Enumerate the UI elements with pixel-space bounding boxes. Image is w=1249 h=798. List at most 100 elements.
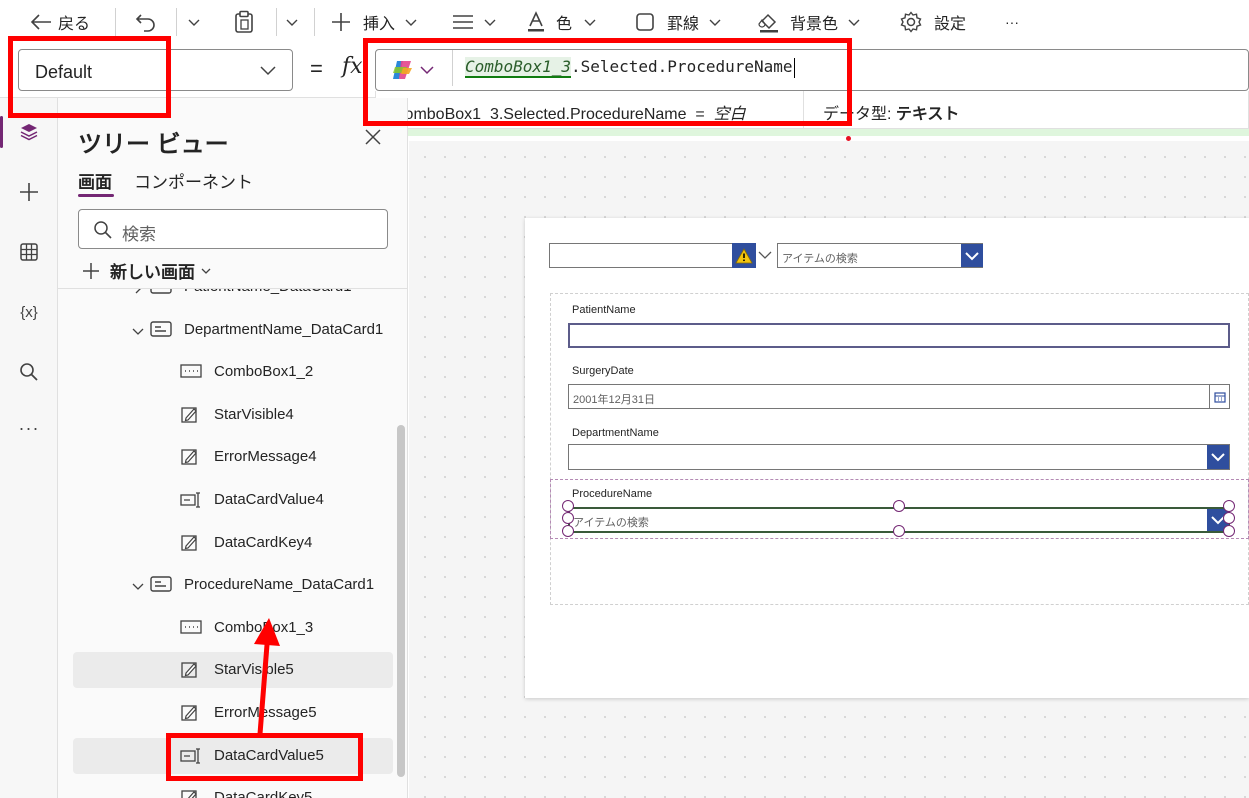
tree-list: PatientName_DataCard1 DepartmentName_Data… [58,289,396,798]
resize-handle-left[interactable] [562,512,574,524]
undo-button[interactable] [135,8,157,36]
resize-handle-top-right[interactable] [1223,500,1235,512]
equals-sign: = [310,56,323,81]
chevron-down-icon [484,19,496,26]
combobox-icon [180,619,202,637]
plus-icon [83,262,99,279]
chevron-down-icon[interactable] [132,324,144,336]
surgery-date-value: 2001年12月31日 [573,394,655,406]
resize-handle-right[interactable] [1223,512,1235,524]
department-name-combobox[interactable] [568,444,1230,470]
gear-icon [900,11,922,33]
card-icon [150,289,172,296]
card-icon [150,320,172,339]
search-rail-button[interactable] [17,360,41,384]
resize-handle-top[interactable] [893,500,905,512]
chevron-down-icon[interactable] [132,579,144,591]
tree-node[interactable]: PatientName_DataCard1 [73,289,393,305]
tab-components[interactable]: コンポーネント [134,168,253,193]
tree-view-button[interactable] [17,120,41,144]
resize-handle-bottom[interactable] [893,525,905,537]
calendar-button[interactable] [1209,385,1229,408]
chevron-down-icon [584,19,596,26]
tree-node[interactable]: DataCardKey5 [73,780,393,798]
surgery-date-label: SurgeryDate [572,365,634,377]
active-tab-underline [78,194,114,197]
toolbar-divider [314,8,315,36]
close-icon [365,129,381,145]
chevron-down-icon [405,19,417,26]
chevron-right-icon[interactable] [132,289,144,294]
tree-node[interactable]: DepartmentName_DataCard1 [73,312,393,348]
tab-screens[interactable]: 画面 [78,168,112,193]
border-icon [636,13,654,31]
tree-node[interactable]: StarVisible4 [73,397,393,433]
tree-node[interactable]: DataCardKey4 [73,525,393,561]
back-button[interactable]: 戻る [30,8,90,36]
surgery-date-picker[interactable]: 2001年12月31日 [568,384,1230,409]
insert-rail-button[interactable] [17,180,41,204]
search-icon [20,363,38,381]
layers-icon [20,124,38,141]
department-dropdown-button[interactable] [1207,445,1229,469]
combobox-1[interactable] [549,243,756,268]
chevron-down-icon [188,19,200,26]
tree-node[interactable]: StarVisible5 [73,652,393,689]
insert-menu-button[interactable]: 挿入 [331,8,417,36]
tree-node-label: PatientName_DataCard1 [184,289,352,295]
tree-node[interactable]: ErrorMessage4 [73,439,393,475]
combobox-2-dropdown-button[interactable] [961,244,983,267]
more-button[interactable]: ··· [1005,8,1019,36]
plus-icon [20,183,38,201]
tree-node[interactable]: ComboBox1_3 [73,610,393,646]
search-placeholder: 検索 [122,225,156,244]
tree-view-title: ツリー ビュー [78,131,229,158]
resize-handle-top-left[interactable] [562,500,574,512]
settings-label: 設定 [934,16,967,33]
tree-node-label: DataCardValue4 [214,491,324,508]
paste-button[interactable] [233,8,255,36]
toolbar-divider [115,8,116,36]
tree-node-label: StarVisible4 [214,405,294,423]
label-icon [180,704,202,722]
tree-node-label: DataCardKey4 [214,533,313,551]
data-rail-button[interactable] [17,240,41,264]
toolbar-divider [176,8,177,36]
tree-node[interactable]: DataCardValue4 [73,482,393,518]
search-icon [94,221,112,239]
insert-label: 挿入 [363,16,396,33]
table-icon [20,243,38,261]
tree-node[interactable]: ErrorMessage5 [73,695,393,731]
variables-rail-button[interactable]: {x} [17,300,41,324]
resize-handle-bottom-right[interactable] [1223,525,1235,537]
combobox-2-placeholder: アイテムの検索 [782,253,858,265]
close-panel-button[interactable] [364,128,382,151]
paste-dropdown-button[interactable] [286,8,298,36]
fx-icon: fx [342,54,363,79]
color-menu-button[interactable]: 色 [526,8,596,36]
more-rail-button[interactable]: ··· [17,416,41,440]
undo-dropdown-button[interactable] [188,8,200,36]
fill-menu-button[interactable]: 背景色 [758,8,860,36]
result-strip-footer [375,129,1249,136]
combobox-2[interactable]: アイテムの検索 [777,243,983,268]
tree-node[interactable]: ComboBox1_2 [73,354,393,390]
patient-name-input[interactable] [568,323,1230,348]
clipboard-icon [235,10,253,33]
tree-scrollbar[interactable] [397,425,405,777]
border-label: 罫線 [667,16,700,33]
resize-handle-bottom-left[interactable] [562,525,574,537]
tree-node-label: ErrorMessage4 [214,448,317,466]
align-menu-button[interactable] [452,8,496,36]
fill-icon [758,13,778,33]
chevron-down-icon[interactable] [758,250,772,260]
tree-search-input[interactable]: 検索 [78,209,388,249]
tree-node-label: DataCardKey5 [214,789,313,798]
new-screen-button[interactable]: 新しい画面 [82,258,211,283]
back-label: 戻る [58,16,91,33]
border-menu-button[interactable]: 罫線 [635,8,721,36]
more-icon: ··· [18,417,40,438]
settings-button[interactable]: 設定 [900,8,966,36]
combobox-1-warning[interactable] [732,243,756,268]
tree-node[interactable]: ProcedureName_DataCard1 [73,567,393,603]
